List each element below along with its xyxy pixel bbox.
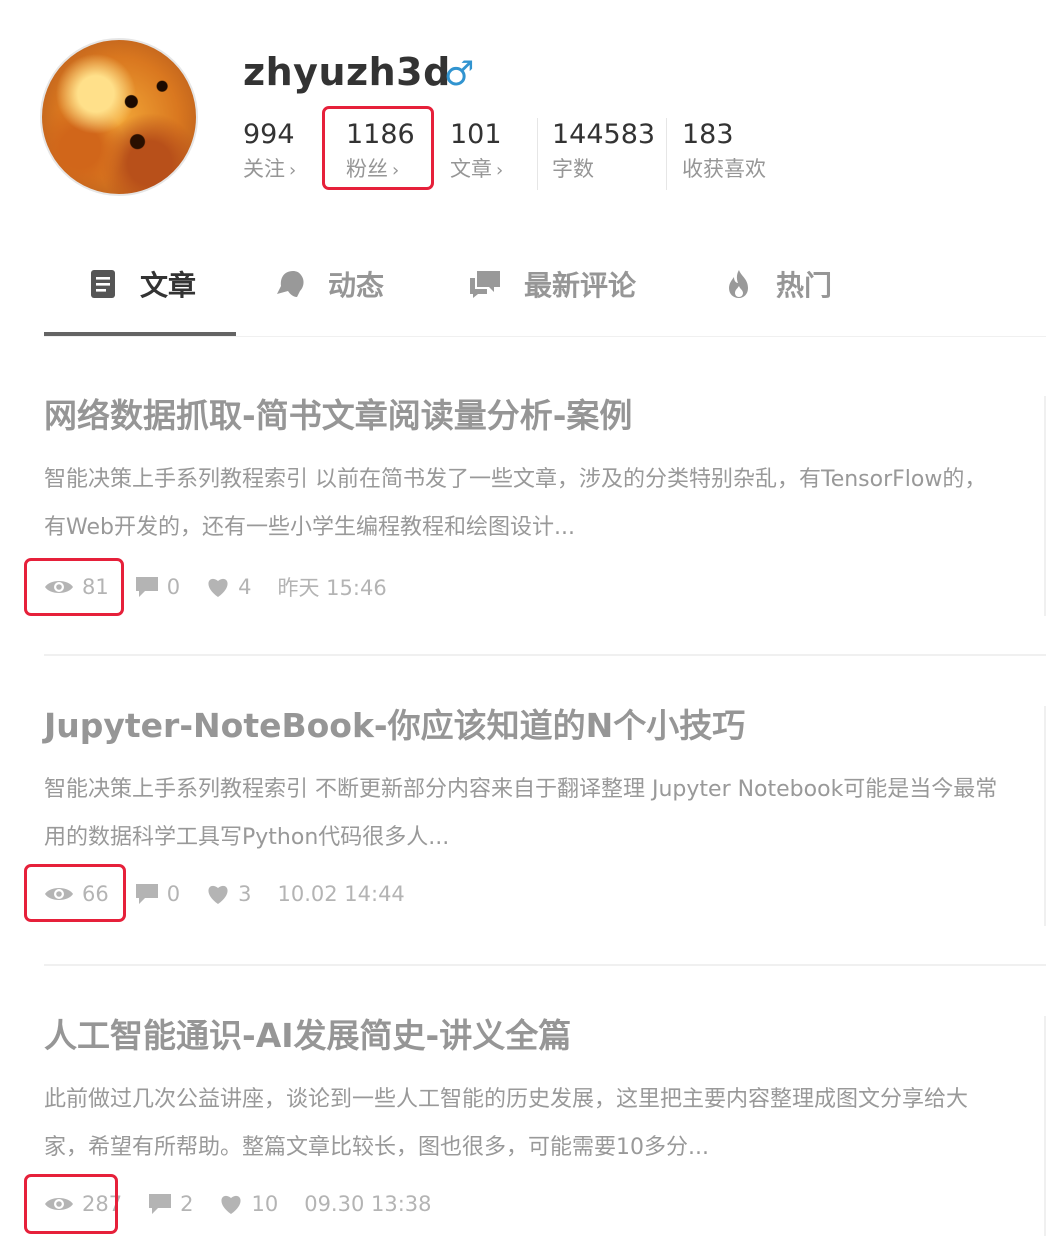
document-icon [91, 270, 115, 298]
comment-icon [135, 577, 158, 597]
article-item: Jupyter-NoteBook-你应该知道的N个小技巧 智能决策上手系列教程索… [44, 704, 1046, 862]
comments-icon [470, 271, 500, 298]
avatar[interactable] [40, 38, 198, 196]
stat-words: 144583 字数 [552, 118, 655, 186]
stat-likes-received: 183 收获喜欢 [682, 118, 766, 186]
stat-label: 收获喜欢 [682, 157, 766, 181]
comment-icon [135, 884, 158, 904]
heart-icon [221, 1195, 242, 1214]
article-abstract: 此前做过几次公益讲座，谈论到一些人工智能的历史发展，这里把主要内容整理成图文分享… [44, 1087, 969, 1160]
divider [44, 964, 1046, 966]
article-item: 网络数据抓取-简书文章阅读量分析-案例 智能决策上手系列教程索引 以前在简书发了… [44, 394, 1046, 552]
tab-articles[interactable]: 文章 [88, 264, 196, 304]
publish-time: 09.30 13:38 [304, 1192, 432, 1216]
like-count[interactable]: 4 [206, 575, 251, 599]
chevron-right-icon: › [496, 160, 504, 181]
like-count[interactable]: 10 [219, 1192, 278, 1216]
highlight-box-views [24, 864, 126, 922]
comment-count[interactable]: 2 [148, 1192, 193, 1216]
stat-value: 144583 [552, 119, 656, 150]
male-gender-icon: ♂ [444, 54, 475, 94]
tab-label: 最新评论 [524, 269, 637, 302]
tab-hot[interactable]: 热门 [724, 264, 832, 304]
heart-icon [208, 578, 228, 597]
publish-time: 10.02 14:44 [277, 882, 405, 906]
publish-time: 昨天 15:46 [277, 576, 387, 600]
chevron-right-icon: › [289, 160, 297, 181]
highlight-box-followers [322, 106, 434, 190]
article-title[interactable]: Jupyter-NoteBook-你应该知道的N个小技巧 [44, 704, 1046, 748]
divider [44, 654, 1046, 656]
stat-value: 994 [243, 119, 295, 150]
highlight-box-views [24, 558, 124, 616]
stat-following[interactable]: 994 关注 › [243, 118, 296, 188]
tab-label: 热门 [776, 269, 833, 302]
article-title[interactable]: 网络数据抓取-简书文章阅读量分析-案例 [44, 394, 1046, 438]
article-abstract: 智能决策上手系列教程索引 以前在简书发了一些文章，涉及的分类特别杂乱，有Tens… [44, 467, 987, 540]
stat-label: 字数 [552, 157, 594, 181]
profile-tabs: 文章 动态 最新评论 热门 [44, 240, 1046, 337]
stat-value: 183 [682, 119, 734, 150]
active-tab-indicator [44, 332, 236, 336]
tab-label: 动态 [328, 269, 385, 302]
like-count[interactable]: 3 [206, 882, 251, 906]
article-item: 人工智能通识-AI发展简史-讲义全篇 此前做过几次公益讲座，谈论到一些人工智能的… [44, 1014, 1046, 1172]
tab-activity[interactable]: 动态 [276, 264, 384, 304]
comment-icon [149, 1194, 172, 1214]
stat-articles[interactable]: 101 文章 › [450, 118, 503, 188]
stat-divider [666, 118, 667, 190]
stat-label: 关注 › [243, 157, 297, 181]
stat-label: 文章 › [450, 157, 504, 181]
heart-icon [208, 885, 228, 904]
stat-value: 101 [450, 119, 502, 150]
article-title[interactable]: 人工智能通识-AI发展简史-讲义全篇 [44, 1014, 1046, 1058]
tab-latest-comments[interactable]: 最新评论 [468, 264, 636, 304]
stat-divider [537, 118, 538, 190]
fire-icon [729, 270, 748, 298]
comment-count[interactable]: 0 [135, 575, 180, 599]
username[interactable]: zhyuzh3d [243, 50, 451, 94]
bell-icon [277, 271, 304, 297]
tab-label: 文章 [140, 269, 197, 302]
comment-count[interactable]: 0 [135, 882, 180, 906]
highlight-box-views [24, 1174, 118, 1234]
article-abstract: 智能决策上手系列教程索引 不断更新部分内容来自于翻译整理 Jupyter Not… [44, 777, 998, 850]
